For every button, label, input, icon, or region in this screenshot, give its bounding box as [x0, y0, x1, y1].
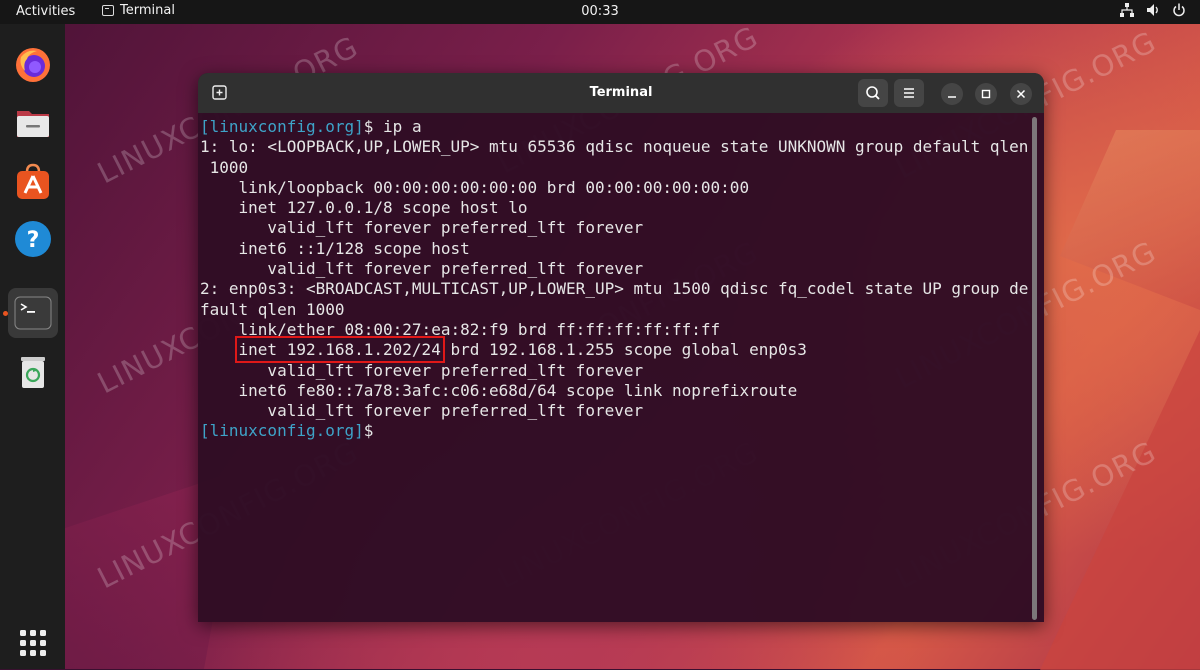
clock[interactable]: 00:33: [581, 4, 618, 19]
terminal-icon: [14, 296, 52, 330]
prompt-line: [linuxconfig.org]$ ip a: [200, 117, 422, 136]
top-bar: Activities Terminal 00:33: [0, 0, 1200, 24]
clock-container: 00:33: [0, 4, 1200, 19]
prompt-user: [linuxconfig.org]: [200, 421, 364, 441]
command-text: ip a: [373, 117, 422, 136]
output-line: 1000: [200, 157, 249, 177]
output-line: valid_lft forever preferred_lft forever: [200, 218, 644, 238]
maximize-button[interactable]: [975, 83, 997, 105]
network-icon: [1120, 3, 1134, 17]
output-line: 2: enp0s3: <BROADCAST,MULTICAST,UP,LOWER…: [200, 279, 1029, 299]
terminal-icon: [102, 5, 114, 16]
help-icon: ?: [15, 221, 51, 257]
output-line: valid_lft forever preferred_lft forever: [200, 259, 644, 279]
search-icon: [866, 86, 880, 100]
dock-trash[interactable]: [8, 346, 58, 396]
output-line: valid_lft forever preferred_lft forever: [200, 360, 644, 380]
system-tray[interactable]: [1120, 3, 1186, 17]
terminal-window[interactable]: Terminal [linuxconfig.org]$ ip a 1: lo: …: [198, 73, 1044, 622]
activities-button[interactable]: Activities: [16, 4, 75, 19]
hamburger-menu-button[interactable]: [894, 79, 924, 107]
prompt-line: [linuxconfig.org]$: [200, 421, 373, 440]
app-center-icon: [17, 163, 49, 199]
close-icon: [1016, 89, 1026, 99]
new-tab-button[interactable]: [206, 81, 232, 105]
dock-firefox[interactable]: [8, 40, 58, 90]
search-button[interactable]: [858, 79, 888, 107]
dock-terminal[interactable]: [8, 288, 58, 338]
output-line: inet6 fe80::7a78:3afc:c06:e68d/64 scope …: [200, 380, 798, 400]
maximize-icon: [981, 89, 991, 99]
dock-app-center[interactable]: [8, 156, 58, 206]
minimize-button[interactable]: [941, 83, 963, 105]
terminal-header-bar[interactable]: Terminal: [198, 73, 1044, 113]
output-line: fault qlen 1000: [200, 299, 345, 319]
app-menu-label: Terminal: [120, 3, 175, 18]
highlighted-ip-address: inet 192.168.1.202/24: [234, 336, 445, 364]
output-line: inet 127.0.0.1/8 scope host lo: [200, 198, 528, 218]
dock: ?: [0, 24, 65, 669]
close-button[interactable]: [1010, 83, 1032, 105]
hamburger-icon: [904, 88, 914, 98]
dock-help[interactable]: ?: [8, 214, 58, 264]
svg-text:?: ?: [27, 228, 40, 253]
output-line: link/ether 08:00:27:ea:82:f9 brd ff:ff:f…: [200, 319, 721, 339]
output-line: valid_lft forever preferred_lft forever: [200, 401, 644, 421]
volume-icon: [1147, 4, 1158, 16]
firefox-icon: [16, 48, 50, 82]
wallpaper-shape: [1040, 330, 1200, 670]
power-icon: [1173, 3, 1185, 17]
prompt-user: [linuxconfig.org]: [200, 117, 364, 136]
new-tab-icon: [212, 85, 227, 100]
output-line-rest: brd 192.168.1.255 scope global enp0s3: [440, 340, 807, 360]
terminal-body[interactable]: [linuxconfig.org]$ ip a 1: lo: <LOOPBACK…: [198, 113, 1044, 622]
dock-files[interactable]: [8, 98, 58, 148]
terminal-output[interactable]: [linuxconfig.org]$ ip a 1: lo: <LOOPBACK…: [200, 117, 1036, 442]
running-indicator: [3, 311, 8, 316]
app-menu[interactable]: Terminal: [102, 3, 175, 18]
output-line: link/loopback 00:00:00:00:00:00 brd 00:0…: [200, 177, 750, 197]
dock-show-apps[interactable]: [8, 618, 58, 668]
prompt-symbol: $: [363, 117, 374, 136]
output-line: inet6 ::1/128 scope host: [200, 238, 470, 258]
wallpaper-shape: [1060, 130, 1200, 310]
prompt-symbol: $: [363, 421, 374, 441]
show-apps-icon: [20, 630, 46, 656]
output-line: 1: lo: <LOOPBACK,UP,LOWER_UP> mtu 65536 …: [200, 137, 1029, 157]
output-line: inet 192.168.1.202/24 brd 192.168.1.255 …: [200, 336, 807, 364]
scrollbar[interactable]: [1032, 117, 1037, 620]
minimize-icon: [948, 96, 956, 98]
trash-icon: [21, 357, 45, 388]
files-icon: [17, 111, 49, 137]
